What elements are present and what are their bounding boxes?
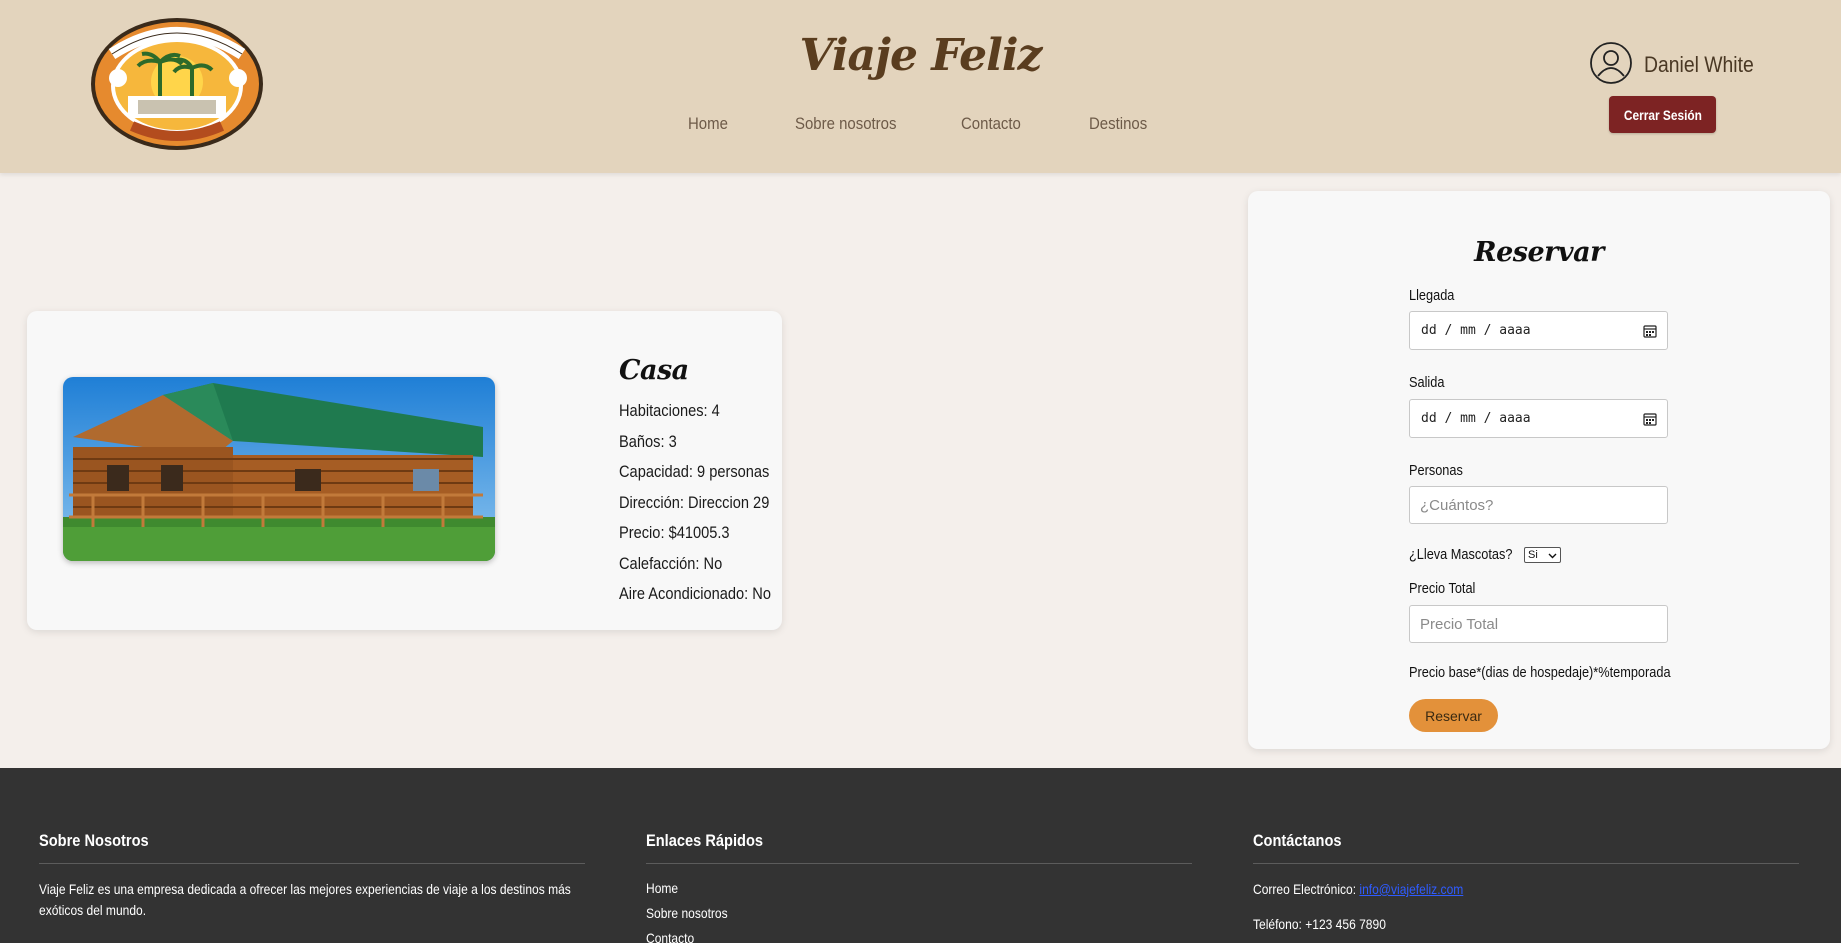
calendar-icon[interactable] xyxy=(1643,412,1657,426)
footer-divider xyxy=(1253,863,1799,864)
property-info: Casa Habitaciones: 4 Baños: 3 Capacidad:… xyxy=(619,355,779,610)
nav-contact[interactable]: Contacto xyxy=(961,114,1021,134)
property-baths: Baños: 3 xyxy=(619,431,677,451)
main-nav: Home Sobre nosotros Contacto Destinos xyxy=(0,114,1841,138)
site-footer: Sobre Nosotros Viaje Feliz es una empres… xyxy=(0,768,1841,943)
property-heating: Calefacción: No xyxy=(619,553,723,573)
user-avatar-icon xyxy=(1590,42,1632,84)
departure-date-field[interactable]: dd / mm / aaaa xyxy=(1409,399,1668,438)
total-field[interactable] xyxy=(1409,605,1668,643)
nav-destinations[interactable]: Destinos xyxy=(1089,114,1147,134)
pets-row: ¿Lleva Mascotas? Si xyxy=(1409,546,1609,564)
property-ac: Aire Acondicionado: No xyxy=(619,584,771,603)
footer-email-label: Correo Electrónico: xyxy=(1253,881,1357,897)
footer-links-title: Enlaces Rápidos xyxy=(646,831,764,850)
footer-link-home[interactable]: Home xyxy=(646,880,678,896)
user-name: Daniel White xyxy=(1644,52,1754,77)
arrival-date-field[interactable]: dd / mm / aaaa xyxy=(1409,311,1668,350)
footer-about-title: Sobre Nosotros xyxy=(39,831,149,850)
arrival-label: Llegada xyxy=(1409,287,1455,304)
reservation-title: Reservar xyxy=(1474,237,1604,268)
departure-label: Salida xyxy=(1409,374,1445,391)
pets-select-value: Si xyxy=(1528,549,1538,561)
footer-contact-title: Contáctanos xyxy=(1253,831,1342,850)
cabin-photo xyxy=(63,377,495,561)
people-field[interactable] xyxy=(1409,486,1668,524)
footer-phone: Teléfono: +123 456 7890 xyxy=(1253,916,1386,932)
site-header: Viaje Feliz Home Sobre nosotros Contacto… xyxy=(0,0,1841,173)
reservation-form: Reservar Llegada dd / mm / aaaa Salida d… xyxy=(1248,191,1830,749)
property-price: Precio: $41005.3 xyxy=(619,523,730,542)
property-card: Casa Habitaciones: 4 Baños: 3 Capacidad:… xyxy=(27,311,782,630)
arrival-date-value: dd / mm / aaaa xyxy=(1421,323,1531,338)
people-label: Personas xyxy=(1409,462,1463,479)
footer-divider xyxy=(646,863,1192,864)
footer-about-text: Viaje Feliz es una empresa dedicada a of… xyxy=(39,881,571,918)
footer-email-link[interactable]: info@viajefeliz.com xyxy=(1359,881,1463,897)
footer-link-contact[interactable]: Contacto xyxy=(646,930,694,943)
property-address: Dirección: Direccion 29 xyxy=(619,492,770,512)
pets-label: ¿Lleva Mascotas? xyxy=(1409,546,1513,563)
reserve-button[interactable]: Reservar xyxy=(1409,699,1498,732)
logout-label: Cerrar Sesión xyxy=(1623,106,1702,123)
property-rooms: Habitaciones: 4 xyxy=(619,401,720,420)
price-formula: Precio base*(dias de hospedaje)*%tempora… xyxy=(1409,664,1671,681)
footer-divider xyxy=(39,863,585,864)
nav-about[interactable]: Sobre nosotros xyxy=(795,114,896,134)
nav-home[interactable]: Home xyxy=(688,114,728,134)
property-title: Casa xyxy=(619,355,689,386)
calendar-icon[interactable] xyxy=(1643,324,1657,338)
total-label: Precio Total xyxy=(1409,580,1476,597)
pets-select[interactable]: Si xyxy=(1524,547,1561,563)
footer-email-row: Correo Electrónico: info@viajefeliz.com xyxy=(1253,879,1463,900)
departure-date-value: dd / mm / aaaa xyxy=(1421,411,1531,426)
footer-link-about[interactable]: Sobre nosotros xyxy=(646,905,728,921)
total-input[interactable] xyxy=(1410,606,1667,642)
user-profile[interactable]: Daniel White xyxy=(1590,42,1780,86)
people-input[interactable] xyxy=(1410,487,1667,523)
logout-button[interactable]: Cerrar Sesión xyxy=(1609,96,1716,133)
site-title: Viaje Feliz xyxy=(799,30,1042,81)
chevron-down-icon xyxy=(1548,551,1557,560)
property-capacity: Capacidad: 9 personas xyxy=(619,462,770,481)
